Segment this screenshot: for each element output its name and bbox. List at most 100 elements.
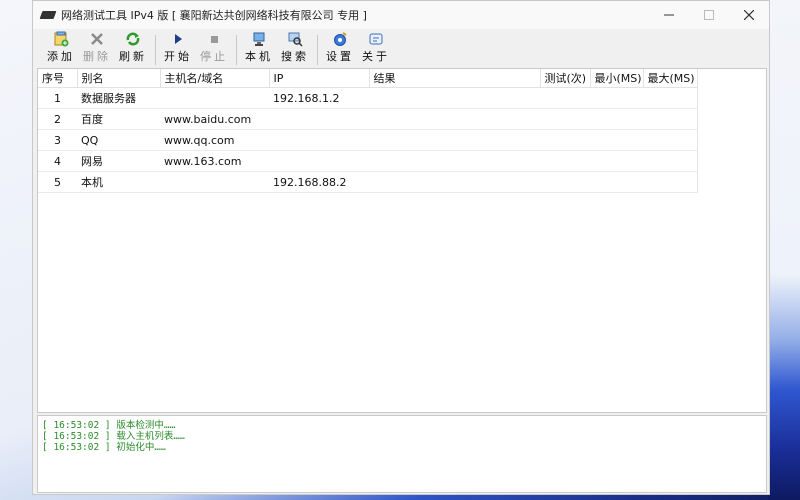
settings-icon — [332, 31, 348, 47]
settings-button[interactable]: 设置 — [324, 31, 356, 67]
delete-icon — [89, 31, 105, 47]
cell-result — [369, 171, 540, 193]
stop-label: 停止 — [200, 50, 228, 63]
refresh-label: 刷新 — [119, 50, 147, 63]
app-icon — [39, 11, 57, 19]
cell-alias: 本机 — [77, 171, 160, 193]
table-row[interactable]: 4 网易 www.163.com — [38, 150, 698, 172]
about-button[interactable]: 关于 — [360, 31, 392, 67]
cell-alias: QQ — [77, 129, 160, 151]
cell-min — [590, 108, 643, 130]
cell-ip: 192.168.88.2 — [269, 171, 369, 193]
cell-alias: 百度 — [77, 108, 160, 130]
start-label: 开始 — [164, 50, 192, 63]
column-header[interactable]: 测试(次) — [540, 69, 591, 88]
column-header[interactable]: 别名 — [77, 69, 161, 88]
add-icon — [53, 31, 69, 47]
cell-no: 1 — [38, 87, 77, 109]
add-button[interactable]: 添加 — [45, 31, 77, 67]
cell-host: www.baidu.com — [160, 108, 269, 130]
table-row[interactable]: 5 本机 192.168.88.2 — [38, 171, 698, 193]
table-row[interactable]: 3 QQ www.qq.com — [38, 129, 698, 151]
maximize-icon — [704, 10, 714, 20]
cell-min — [590, 171, 643, 193]
stop-icon — [206, 31, 222, 47]
cell-no: 3 — [38, 129, 77, 151]
table-row[interactable]: 2 百度 www.baidu.com — [38, 108, 698, 130]
refresh-button[interactable]: 刷新 — [117, 31, 149, 67]
toolbar: 添加 删除 刷新 开始 停止 本机 搜索 设置 关于 — [33, 29, 769, 67]
cell-ip — [269, 150, 369, 172]
cell-max — [643, 150, 698, 172]
search-button[interactable]: 搜索 — [279, 31, 311, 67]
column-header[interactable]: 主机名/域名 — [160, 69, 270, 88]
cell-max — [643, 171, 698, 193]
local-machine-button[interactable]: 本机 — [243, 31, 275, 67]
column-header[interactable]: 最大(MS) — [643, 69, 698, 88]
cell-result — [369, 150, 540, 172]
close-icon — [744, 10, 754, 20]
table-header: 序号 别名 主机名/域名 IP 结果 测试(次) 最小(MS) 最大(MS) — [38, 69, 698, 88]
minimize-button[interactable] — [649, 1, 689, 29]
desktop-wallpaper — [768, 0, 800, 500]
cell-host: www.qq.com — [160, 129, 269, 151]
window-title: 网络测试工具 IPv4 版 [ 襄阳新达共创网络科技有限公司 专用 ] — [61, 9, 367, 22]
about-label: 关于 — [362, 50, 390, 63]
column-header[interactable]: 结果 — [369, 69, 541, 88]
toolbar-divider — [155, 35, 156, 65]
cell-alias: 数据服务器 — [77, 87, 160, 109]
cell-max — [643, 87, 698, 109]
cell-ip — [269, 129, 369, 151]
cell-host — [160, 87, 269, 109]
cell-max — [643, 129, 698, 151]
minimize-icon — [664, 14, 674, 16]
maximize-button[interactable] — [689, 1, 729, 29]
cell-min — [590, 150, 643, 172]
cell-result — [369, 87, 540, 109]
column-header[interactable]: 序号 — [38, 69, 78, 88]
local-machine-label: 本机 — [245, 50, 273, 63]
toolbar-divider — [236, 35, 237, 65]
delete-label: 删除 — [83, 50, 111, 63]
cell-min — [590, 129, 643, 151]
delete-button[interactable]: 删除 — [81, 31, 113, 67]
cell-no: 4 — [38, 150, 77, 172]
log-panel[interactable]: [ 16:53:02 ] 版本检测中…… [ 16:53:02 ] 载入主机列表… — [37, 415, 767, 493]
search-icon — [287, 31, 303, 47]
cell-result — [369, 108, 540, 130]
cell-ip — [269, 108, 369, 130]
about-icon — [368, 31, 384, 47]
host-list[interactable]: 序号 别名 主机名/域名 IP 结果 测试(次) 最小(MS) 最大(MS) 1… — [37, 68, 767, 413]
cell-ip: 192.168.1.2 — [269, 87, 369, 109]
log-line: [ 16:53:02 ] 初始化中…… — [42, 442, 166, 453]
table-row[interactable]: 1 数据服务器 192.168.1.2 — [38, 87, 698, 109]
log-line: [ 16:53:02 ] 版本检测中…… — [42, 420, 176, 431]
play-icon — [170, 31, 186, 47]
computer-icon — [251, 31, 267, 47]
cell-no: 5 — [38, 171, 77, 193]
title-bar[interactable]: 网络测试工具 IPv4 版 [ 襄阳新达共创网络科技有限公司 专用 ] — [33, 1, 769, 29]
close-button[interactable] — [729, 1, 769, 29]
settings-label: 设置 — [326, 50, 354, 63]
app-window: 网络测试工具 IPv4 版 [ 襄阳新达共创网络科技有限公司 专用 ] 添加 删… — [32, 0, 770, 495]
stop-button[interactable]: 停止 — [198, 31, 230, 67]
cell-min — [590, 87, 643, 109]
log-line: [ 16:53:02 ] 载入主机列表…… — [42, 431, 185, 442]
column-header[interactable]: 最小(MS) — [590, 69, 644, 88]
cell-alias: 网易 — [77, 150, 160, 172]
cell-tests — [540, 171, 590, 193]
host-table: 序号 别名 主机名/域名 IP 结果 测试(次) 最小(MS) 最大(MS) 1… — [38, 69, 698, 193]
cell-max — [643, 108, 698, 130]
column-header[interactable]: IP — [269, 69, 370, 88]
cell-tests — [540, 87, 590, 109]
cell-tests — [540, 129, 590, 151]
cell-tests — [540, 108, 590, 130]
refresh-icon — [125, 31, 141, 47]
toolbar-divider — [317, 35, 318, 65]
cell-tests — [540, 150, 590, 172]
start-button[interactable]: 开始 — [162, 31, 194, 67]
add-label: 添加 — [47, 50, 75, 63]
cell-result — [369, 129, 540, 151]
cell-host — [160, 171, 269, 193]
cell-host: www.163.com — [160, 150, 269, 172]
